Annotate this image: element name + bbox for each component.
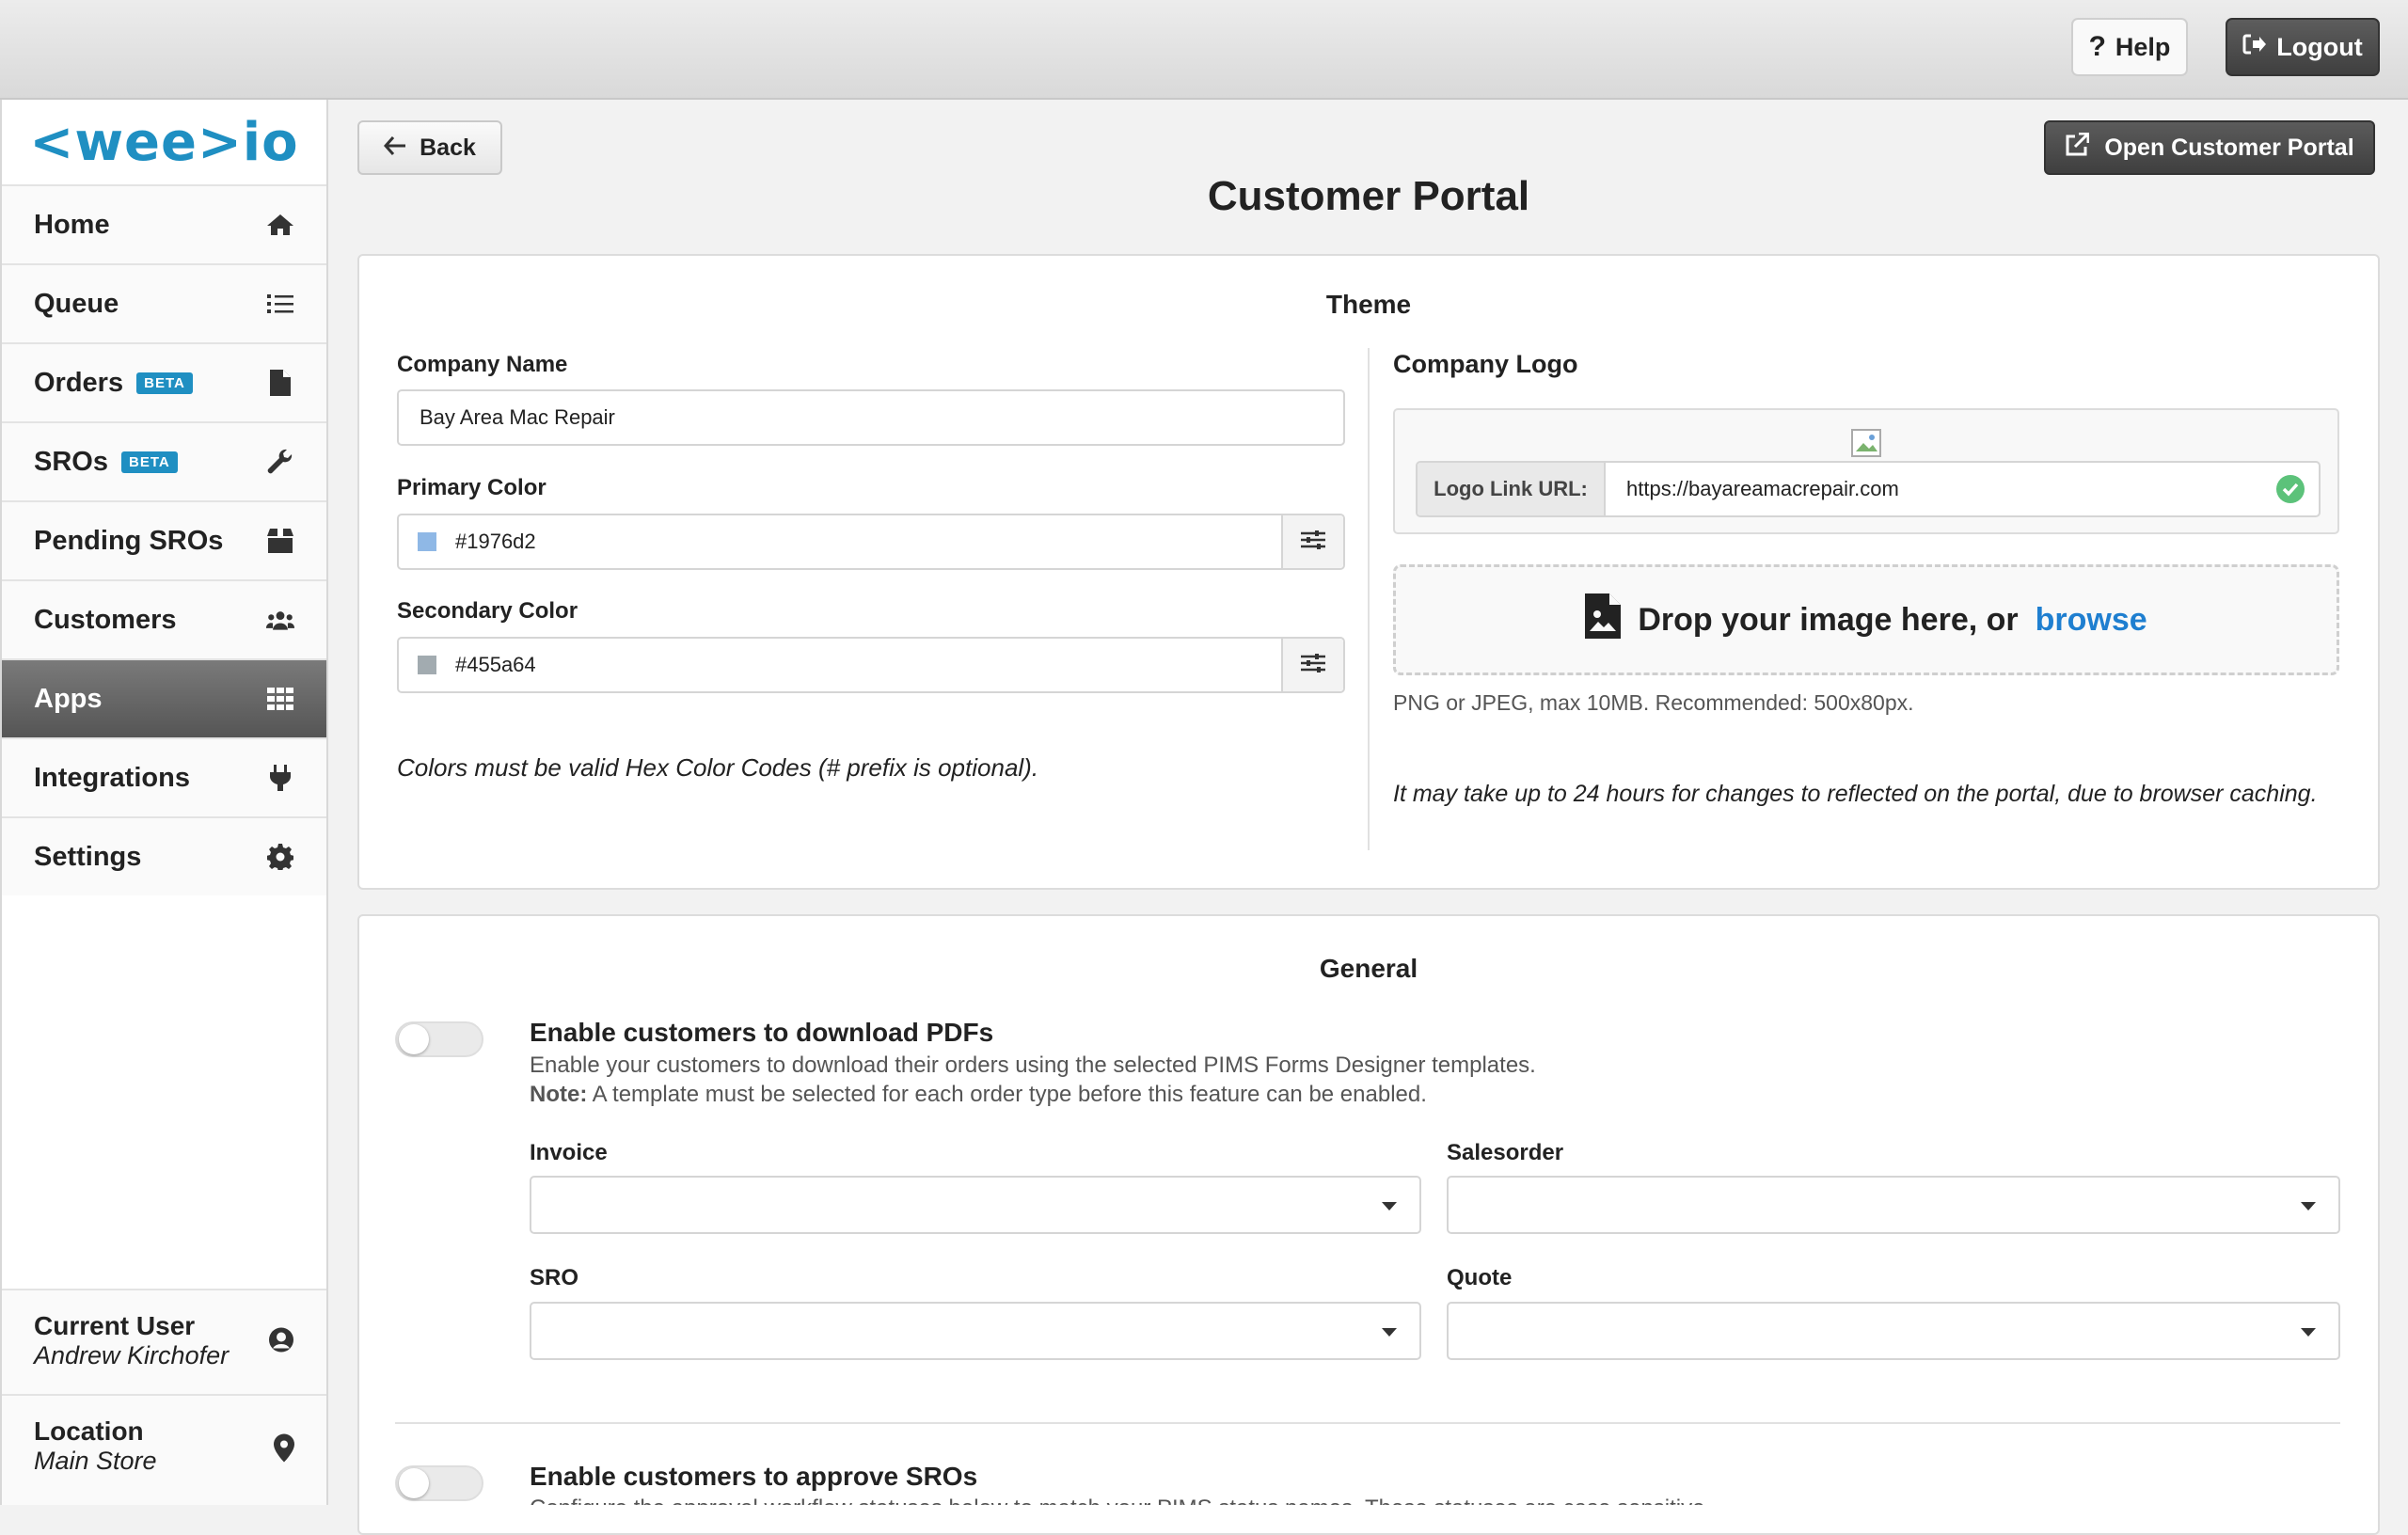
logout-button[interactable]: Logout [2226,18,2380,76]
top-bar: ? Help Logout [0,0,2408,100]
approve-sros-desc-clip: Configure the approval workflow statuses… [530,1494,2317,1505]
company-name-input[interactable]: Bay Area Mac Repair [397,389,1345,446]
logo-link-url-label: Logo Link URL: [1418,463,1606,515]
secondary-color-field[interactable]: #455a64 [397,637,1345,693]
box-icon [266,527,294,555]
external-link-icon [2065,132,2090,164]
sidebar-item-home[interactable]: Home [2,184,326,263]
primary-color-input[interactable]: #1976d2 [455,530,1281,554]
theme-title: Theme [1325,290,1412,319]
sro-select[interactable] [530,1302,1421,1360]
grid-icon [266,685,294,713]
logout-label: Logout [2276,32,2363,61]
logo-link-url-group: Logo Link URL: https://bayareamacrepair.… [1416,461,2321,517]
caret-down-icon [2301,1202,2316,1211]
list-icon [266,290,294,318]
invoice-select[interactable] [530,1176,1421,1234]
sliders-icon [1300,530,1326,555]
sidebar-item-orders[interactable]: Orders BETA [2,342,326,421]
current-user-name: Andrew Kirchofer [34,1341,230,1369]
colors-note: Colors must be valid Hex Color Codes (# … [397,753,1039,782]
secondary-color-input[interactable]: #455a64 [455,653,1281,677]
image-dropzone[interactable]: Drop your image here, or browse [1393,564,2339,675]
users-icon [266,606,294,634]
sidebar: <wee>io Home Queue Orders BETA SROs BETA… [0,100,328,1505]
sidebar-item-queue[interactable]: Queue [2,263,326,342]
wrench-icon [266,448,294,476]
primary-color-field[interactable]: #1976d2 [397,514,1345,570]
arrow-left-icon [384,135,406,162]
quote-select[interactable] [1447,1302,2340,1360]
location-name: Main Store [34,1447,157,1475]
secondary-color-picker-button[interactable] [1281,639,1343,691]
caret-down-icon [1382,1202,1397,1211]
download-pdfs-note: Note: A template must be selected for ea… [530,1082,1427,1107]
approve-sros-title: Enable customers to approve SROs [530,1462,978,1491]
toggle-knob [399,1468,429,1498]
file-icon [266,369,294,397]
open-portal-label: Open Customer Portal [2104,134,2354,161]
check-circle-icon [2262,463,2319,515]
salesorder-label: Salesorder [1447,1140,1564,1165]
company-name-label: Company Name [397,352,568,377]
primary-color-label: Primary Color [397,475,547,500]
approve-sros-desc: Configure the approval workflow statuses… [530,1494,1711,1505]
weeio-logo[interactable]: <wee>io [2,100,326,184]
logo-preview-box: Logo Link URL: https://bayareamacrepair.… [1393,408,2339,534]
sign-out-icon [2242,33,2267,62]
download-pdfs-title: Enable customers to download PDFs [530,1018,994,1047]
gear-icon [266,843,294,871]
location-panel[interactable]: Location Main Store [2,1394,326,1505]
beta-badge: BETA [120,451,178,473]
caret-down-icon [1382,1328,1397,1337]
file-image-icon [1585,593,1622,647]
user-circle-icon [268,1327,294,1358]
beta-badge: BETA [136,372,193,394]
map-marker-icon [274,1433,294,1467]
primary-color-picker-button[interactable] [1281,515,1343,568]
approve-sros-toggle[interactable] [395,1465,483,1501]
sidebar-item-integrations[interactable]: Integrations [2,737,326,816]
general-title: General [1319,954,1418,983]
salesorder-select[interactable] [1447,1176,2340,1234]
current-user-title: Current User [34,1311,196,1340]
section-divider [395,1422,2340,1424]
broken-image-icon [1851,429,1881,462]
caret-down-icon [2301,1328,2316,1337]
sidebar-item-pending-sros[interactable]: Pending SROs [2,500,326,579]
plug-icon [266,764,294,792]
download-pdfs-desc: Enable your customers to download their … [530,1051,2317,1109]
browse-link[interactable]: browse [2036,602,2147,639]
sro-label: SRO [530,1265,579,1290]
theme-divider [1368,348,1370,850]
home-icon [266,211,294,239]
page-title: Customer Portal [1207,173,1530,219]
invoice-label: Invoice [530,1140,608,1165]
sidebar-item-customers[interactable]: Customers [2,579,326,658]
drop-text: Drop your image here, or [1638,601,2019,638]
sidebar-item-settings[interactable]: Settings [2,816,326,895]
current-user-panel[interactable]: Current User Andrew Kirchofer [2,1289,326,1394]
open-customer-portal-button[interactable]: Open Customer Portal [2044,120,2375,175]
help-label: Help [2115,32,2171,61]
file-hint: PNG or JPEG, max 10MB. Recommended: 500x… [1393,690,1914,715]
cache-note: It may take up to 24 hours for changes t… [1393,781,2318,807]
toggle-knob [399,1024,429,1054]
back-button[interactable]: Back [357,120,502,175]
location-title: Location [34,1416,144,1446]
primary-color-swatch [418,532,436,551]
help-button[interactable]: ? Help [2071,18,2188,76]
sliders-icon [1300,653,1326,678]
quote-label: Quote [1447,1265,1513,1290]
secondary-color-swatch [418,656,436,674]
secondary-color-label: Secondary Color [397,598,578,624]
question-icon: ? [2088,31,2106,62]
sidebar-item-sros[interactable]: SROs BETA [2,421,326,500]
back-label: Back [420,134,476,161]
sidebar-item-apps[interactable]: Apps [2,658,326,737]
company-logo-label: Company Logo [1393,350,1578,378]
download-pdfs-toggle[interactable] [395,1021,483,1057]
logo-link-url-input[interactable]: https://bayareamacrepair.com [1606,463,2262,515]
